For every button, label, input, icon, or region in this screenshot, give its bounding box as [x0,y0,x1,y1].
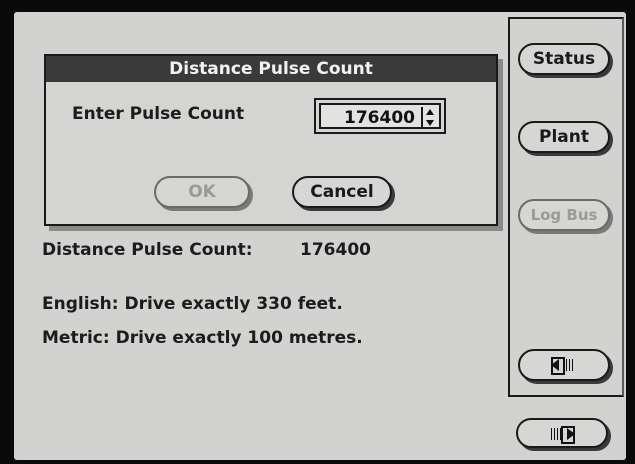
plant-button[interactable]: Plant [518,121,610,153]
forward-arrow-icon [547,425,577,444]
ok-button[interactable]: OK [154,176,250,208]
back-button[interactable] [518,349,610,381]
distance-pulse-count-label: Distance Pulse Count: [42,240,253,260]
screen: Distance Pulse Count Enter Pulse Count 1… [14,12,626,460]
distance-pulse-count-row: Distance Pulse Count: 176400 [42,240,371,260]
stepper-arrows[interactable] [421,107,437,128]
metric-distance-text: Metric: Drive exactly 100 metres. [42,328,363,348]
pulse-count-prompt: Enter Pulse Count [72,104,245,124]
english-distance-text: English: Drive exactly 330 feet. [42,294,343,314]
pulse-count-field[interactable]: 176400 [319,103,441,129]
distance-pulse-dialog: Distance Pulse Count Enter Pulse Count 1… [44,54,498,226]
side-button-panel: Status Plant Log Bus [508,17,624,397]
dialog-title: Distance Pulse Count [46,56,496,82]
distance-pulse-count-value: 176400 [300,240,371,260]
log-bus-button[interactable]: Log Bus [518,199,610,231]
pulse-count-stepper[interactable]: 176400 [314,98,446,134]
decrement-arrow-icon[interactable] [426,120,434,126]
pulse-count-value[interactable]: 176400 [325,108,415,128]
back-arrow-icon [549,356,579,375]
forward-button[interactable] [516,418,608,448]
cancel-button[interactable]: Cancel [292,176,392,208]
status-button[interactable]: Status [518,43,610,75]
increment-arrow-icon[interactable] [426,109,434,115]
